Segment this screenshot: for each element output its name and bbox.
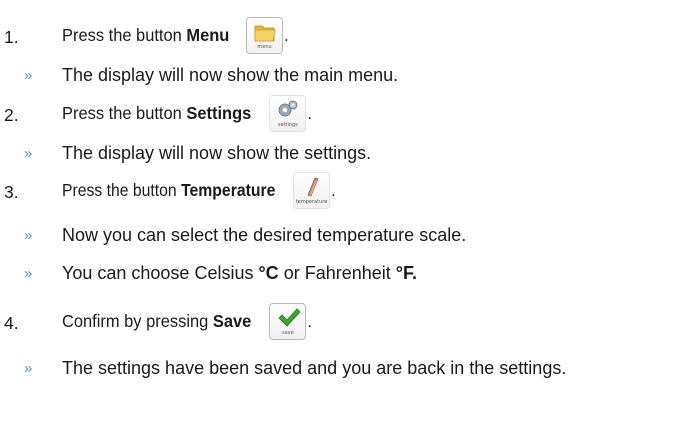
- step-text: Press the button Settings: [62, 103, 251, 124]
- button-caption: settings: [277, 122, 298, 128]
- folder-icon: [254, 25, 276, 42]
- step-result: The settings have been saved and you are…: [62, 358, 567, 378]
- step-text: Confirm by pressing Save: [62, 311, 251, 332]
- step-number: 3.: [4, 182, 19, 202]
- step-result: The display will now show the settings.: [62, 143, 372, 163]
- step-text: Press the button Temperature: [62, 180, 275, 201]
- step-instruction: Press the button Temperature temperature…: [62, 172, 336, 209]
- button-caption: temperature: [295, 199, 328, 205]
- result-bullet: »: [24, 265, 33, 282]
- step-result: You can choose Celsius °C or Fahrenheit …: [62, 263, 417, 284]
- step-bold-label: Temperature: [181, 180, 276, 200]
- step-prefix: Confirm by pressing: [62, 311, 209, 331]
- menu-button[interactable]: menu: [246, 17, 284, 54]
- step-suffix: .: [307, 103, 313, 123]
- step-number: 2.: [4, 105, 19, 125]
- step-number: 4.: [4, 313, 19, 333]
- temperature-button[interactable]: temperature: [293, 172, 331, 209]
- result-text: You can choose Celsius: [62, 263, 254, 283]
- step-suffix: .: [284, 25, 289, 45]
- fahrenheit-unit: °F.: [395, 263, 417, 283]
- result-bullet: »: [24, 227, 33, 244]
- step-result: Now you can select the desired temperatu…: [62, 225, 467, 245]
- step-instruction: Press the button Menu menu .: [62, 17, 289, 54]
- step-result: The display will now show the main menu.: [62, 65, 399, 85]
- step-bold-label: Settings: [186, 103, 252, 123]
- gears-icon: [278, 100, 298, 117]
- step-text: Press the button Menu: [62, 25, 229, 46]
- result-text: or Fahrenheit: [283, 263, 391, 283]
- result-bullet: »: [24, 67, 33, 84]
- button-caption: save: [282, 330, 294, 336]
- step-bold-label: Menu: [186, 25, 230, 45]
- settings-button[interactable]: settings: [269, 95, 307, 132]
- button-caption: menu: [257, 44, 272, 50]
- step-prefix: Press the button: [62, 180, 177, 200]
- save-button[interactable]: save: [269, 303, 307, 340]
- step-instruction: Confirm by pressing Save save .: [62, 303, 312, 340]
- celsius-unit: °C: [258, 263, 279, 283]
- step-prefix: Press the button: [62, 25, 182, 45]
- step-suffix: .: [331, 180, 336, 200]
- thermometer-icon: [307, 177, 319, 197]
- step-prefix: Press the button: [62, 103, 182, 123]
- step-bold-label: Save: [212, 311, 252, 331]
- checkmark-icon: [278, 308, 301, 327]
- result-bullet: »: [24, 145, 33, 162]
- step-number: 1.: [4, 27, 19, 47]
- step-suffix: .: [307, 311, 313, 331]
- step-instruction: Press the button Settings settings .: [62, 95, 312, 132]
- result-bullet: »: [24, 360, 33, 377]
